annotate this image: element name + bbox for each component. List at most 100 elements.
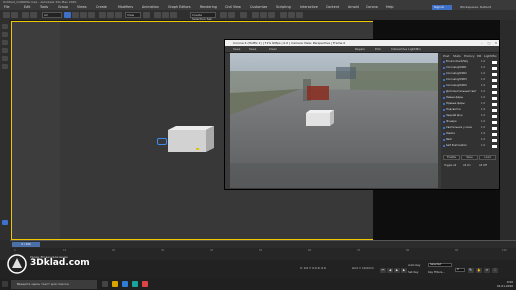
color-swatch[interactable] [492,96,497,100]
menu-modifiers[interactable]: Modifiers [118,5,133,9]
redo-icon[interactable] [11,12,18,18]
lightmix-row[interactable]: Лампа 1.0 [443,132,498,136]
menu-group[interactable]: Group [58,5,68,9]
color-swatch[interactable] [492,102,497,106]
time-slider-handle[interactable]: 0 / 100 [12,242,40,247]
color-swatch[interactable] [492,120,497,124]
create-icon[interactable] [2,24,8,29]
schematic-view-icon[interactable] [260,12,267,18]
color-swatch[interactable] [492,72,497,76]
color-swatch[interactable] [492,114,497,118]
browser-icon[interactable] [122,281,128,287]
tab-history[interactable]: History [464,54,475,58]
corona-frame-buffer[interactable]: Corona 4 (Hotfix 1) | 71% 60fps | 0.0 | … [224,39,500,190]
lightmix-row[interactable]: CoronaLight001 1.0 [443,66,498,70]
lightmix-row[interactable]: Подсветка 1.0 [443,108,498,112]
pan-icon[interactable]: ✋ [476,268,482,273]
all-on-button[interactable]: All On [463,164,471,167]
color-swatch[interactable] [492,78,497,82]
current-frame-field[interactable]: 0 [455,268,465,272]
motion-icon[interactable] [2,48,8,53]
checkbox[interactable] [443,84,445,87]
lightmix-row[interactable]: Environment/Sky 1.0 [443,60,498,64]
menu-arnold[interactable]: Arnold [348,5,359,9]
checkbox[interactable] [443,96,445,99]
menu-interactive[interactable]: Interactive [300,5,318,9]
app-icon[interactable] [142,281,148,287]
lightmix-row[interactable]: Фонари 1.0 [443,120,498,124]
checkbox[interactable] [443,144,445,147]
link-icon[interactable] [22,12,29,18]
workspace-selector[interactable]: Workspaces: Default [460,5,491,9]
checkbox[interactable] [443,108,445,111]
reference-coordinate-select[interactable]: View [125,12,141,18]
taskbar-search-input[interactable]: Введите здесь текст для поиска [11,280,97,289]
checkbox[interactable] [443,66,445,69]
menu-graph-editors[interactable]: Graph Editors [168,5,191,9]
color-swatch[interactable] [492,126,497,130]
snap-toggle-icon[interactable] [154,12,161,18]
system-clock[interactable]: 0:00 01.01.2020 [497,280,513,288]
vfb-save-all-button[interactable]: Save [249,47,256,51]
menu-views[interactable]: Views [77,5,87,9]
menu-scripting[interactable]: Scripting [276,5,291,9]
menu-corona[interactable]: Corona [366,5,378,9]
menu-customize[interactable]: Customize [250,5,267,9]
color-swatch[interactable] [492,66,497,70]
task-view-icon[interactable] [102,281,108,287]
interactive-lightmix-button[interactable]: Interactive LightMix [391,47,421,51]
render-teapot-icon[interactable] [296,12,303,18]
lightmix-row[interactable]: CoronaLight002 1.0 [443,72,498,76]
menu-animation[interactable]: Animation [142,5,159,9]
explorer-icon[interactable] [112,281,118,287]
checkbox[interactable] [443,72,445,75]
lightmix-row[interactable]: CoronaLight003 1.0 [443,78,498,82]
next-frame-icon[interactable]: ▶ [401,268,407,273]
scale-icon[interactable] [115,12,122,18]
tab-lightmix[interactable]: LightMix [484,54,497,58]
menu-content[interactable]: Content [326,5,339,9]
rendered-frame-icon[interactable] [288,12,295,18]
maximize-viewport-icon[interactable]: ⛶ [492,268,498,273]
start-icon[interactable] [2,281,8,287]
menu-civil-view[interactable]: Civil View [225,5,241,9]
checkbox[interactable] [443,114,445,117]
lightmix-enable-button[interactable]: Enable [443,155,460,160]
region-select-icon[interactable] [80,12,87,18]
layer-explorer-icon[interactable] [240,12,247,18]
coordinates-readout[interactable]: X: 0.0 Y: 0.0 Z: 0.0 [300,266,326,270]
lightmix-row[interactable]: Self Illumination 1.0 [443,144,498,148]
lightmix-row[interactable]: Левые фары 1.0 [443,96,498,100]
lightmix-row[interactable]: Задний фон 1.0 [443,114,498,118]
color-swatch[interactable] [492,132,497,136]
tab-post[interactable]: Post [443,54,449,58]
color-swatch[interactable] [492,108,497,112]
material-editor-icon[interactable] [268,12,275,18]
named-selection-set[interactable]: Create Selection Set [190,12,216,21]
lightmix-row[interactable]: Rest 1.0 [443,138,498,142]
checkbox[interactable] [443,138,445,141]
tab-dr[interactable]: DR [477,54,481,58]
angle-snap-icon[interactable] [162,12,169,18]
3dsmax-taskbar-icon[interactable] [132,281,138,287]
menu-help[interactable]: Help [386,5,394,9]
render-preview[interactable] [230,53,438,188]
orbit-icon[interactable]: ⟳ [484,268,490,273]
vfb-clear-button[interactable]: Clear [269,47,277,51]
undo-icon[interactable] [3,12,10,18]
lightmix-row[interactable]: Дополнительный свет 1.0 [443,90,498,94]
lightmix-row[interactable]: Правые фары 1.0 [443,102,498,106]
display-icon[interactable] [2,56,8,61]
vfb-save-button[interactable]: Save [233,47,240,51]
select-object-icon[interactable] [64,12,71,18]
set-key-button[interactable]: Set Key [408,270,419,274]
key-filters-button[interactable]: Key Filters... [428,270,445,274]
color-swatch[interactable] [492,144,497,148]
checkbox[interactable] [443,102,445,105]
scene-explorer-icon[interactable] [2,220,8,225]
menu-file[interactable]: File [4,5,10,9]
window-crossing-icon[interactable] [88,12,95,18]
rotate-icon[interactable] [107,12,114,18]
go-to-start-icon[interactable]: ⏮ [380,268,386,273]
previous-frame-icon[interactable]: ◀ [387,268,393,273]
